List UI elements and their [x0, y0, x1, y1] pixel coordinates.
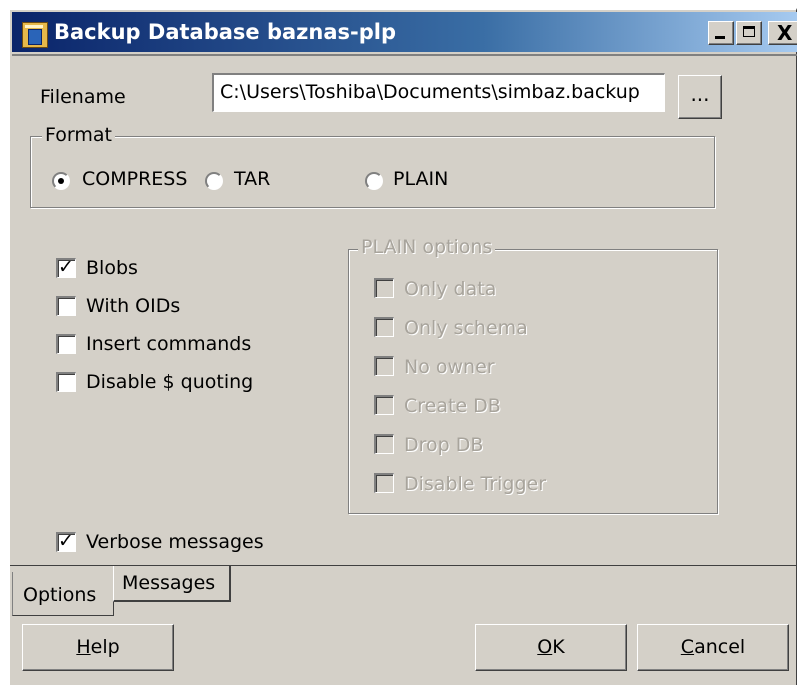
no-owner-checkbox[interactable]: [374, 356, 394, 376]
database-icon: [22, 22, 48, 48]
format-plain-label[interactable]: PLAIN: [393, 168, 448, 190]
checkmark-icon: ✓: [58, 530, 74, 552]
help-hotkey: H: [76, 636, 91, 658]
insert-commands-checkbox[interactable]: [56, 334, 76, 354]
only-data-checkbox[interactable]: [374, 278, 394, 298]
cancel-button[interactable]: Cancel: [637, 624, 789, 671]
maximize-button[interactable]: [736, 21, 762, 45]
tab-options[interactable]: Options: [12, 572, 114, 616]
help-button[interactable]: Help: [22, 624, 174, 671]
minimize-icon: [715, 36, 725, 39]
title-separator: [12, 54, 797, 56]
cancel-hotkey: C: [680, 636, 695, 658]
drop-db-checkbox[interactable]: [374, 434, 394, 454]
ok-hotkey: O: [537, 636, 553, 658]
only-schema-label: Only schema: [404, 317, 528, 339]
only-schema-checkbox[interactable]: [374, 317, 394, 337]
create-db-label: Create DB: [404, 395, 501, 417]
filename-input[interactable]: C:\Users\Toshiba\Documents\simbaz.backup: [212, 73, 665, 112]
maximize-icon: [743, 26, 755, 37]
disable-trigger-label: Disable Trigger: [404, 473, 547, 495]
filename-label: Filename: [40, 86, 126, 108]
verbose-checkbox[interactable]: ✓: [56, 530, 76, 552]
title-bar[interactable]: Backup Database baznas-plp X: [12, 12, 797, 52]
format-plain-radio[interactable]: [365, 172, 383, 190]
no-owner-label: No owner: [404, 356, 495, 378]
create-db-checkbox[interactable]: [374, 395, 394, 415]
with-oids-checkbox[interactable]: [56, 296, 76, 316]
help-label-rest: elp: [90, 636, 120, 658]
format-compress-label[interactable]: COMPRESS: [82, 168, 187, 190]
browse-button[interactable]: ...: [678, 75, 722, 119]
insert-commands-label[interactable]: Insert commands: [86, 333, 251, 355]
window-title: Backup Database baznas-plp: [54, 20, 396, 44]
disable-dollar-quoting-checkbox[interactable]: [56, 372, 76, 392]
cancel-label-rest: ancel: [694, 636, 746, 658]
only-data-label: Only data: [404, 278, 497, 300]
verbose-label[interactable]: Verbose messages: [86, 531, 264, 553]
blobs-label[interactable]: Blobs: [86, 257, 138, 279]
format-compress-radio[interactable]: [52, 172, 70, 190]
blobs-checkbox[interactable]: ✓: [56, 256, 76, 278]
minimize-button[interactable]: [708, 21, 734, 45]
checkmark-icon: ✓: [58, 256, 74, 278]
close-icon: X: [777, 21, 793, 45]
close-button[interactable]: X: [768, 21, 797, 45]
drop-db-label: Drop DB: [404, 434, 484, 456]
format-group-title: Format: [42, 124, 115, 146]
tab-messages[interactable]: Messages: [113, 566, 231, 602]
with-oids-label[interactable]: With OIDs: [86, 295, 180, 317]
disable-dollar-quoting-label[interactable]: Disable $ quoting: [86, 371, 253, 393]
format-tar-label[interactable]: TAR: [234, 168, 270, 190]
ok-label-rest: K: [552, 636, 565, 658]
format-tar-radio[interactable]: [205, 172, 223, 190]
disable-trigger-checkbox[interactable]: [374, 473, 394, 493]
ok-button[interactable]: OK: [475, 624, 627, 671]
plain-options-title: PLAIN options: [358, 236, 496, 258]
